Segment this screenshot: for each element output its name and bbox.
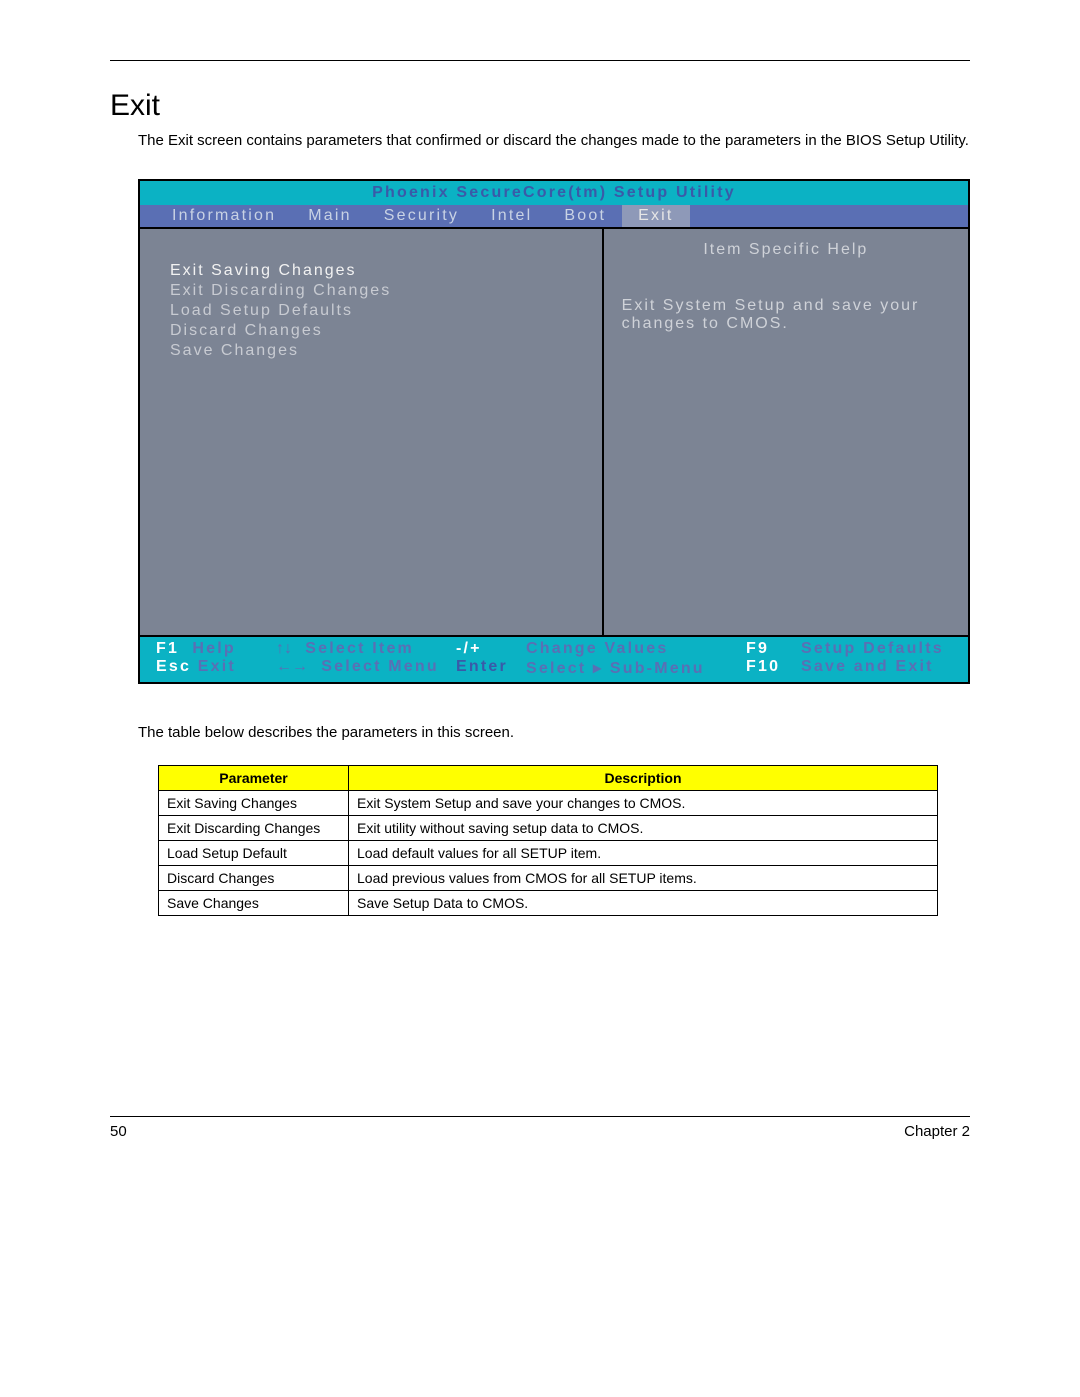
table-row: Load Setup Default Load default values f… [159, 841, 938, 866]
label-change-values: Change Values [526, 640, 746, 658]
top-rule [110, 60, 970, 61]
label-select-menu: Select Menu [321, 658, 439, 675]
cell-param: Save Changes [159, 891, 349, 916]
bios-body: Exit Saving Changes Exit Discarding Chan… [140, 227, 968, 637]
bios-tab-intel[interactable]: Intel [475, 205, 548, 227]
label-select-submenu: Select ▸ Sub-Menu [526, 658, 746, 678]
help-title: Item Specific Help [622, 241, 950, 259]
label-setup-defaults: Setup Defaults [801, 640, 944, 658]
cell-param: Discard Changes [159, 866, 349, 891]
menu-exit-discarding[interactable]: Exit Discarding Changes [170, 281, 602, 301]
cell-param: Exit Saving Changes [159, 791, 349, 816]
page-footer: 50 Chapter 2 [110, 1117, 970, 1140]
help-body: Exit System Setup and save your changes … [622, 297, 950, 333]
cell-param: Exit Discarding Changes [159, 816, 349, 841]
document-page: Exit The Exit screen contains parameters… [0, 0, 1080, 1180]
bios-tab-main[interactable]: Main [292, 205, 367, 227]
bios-tab-boot[interactable]: Boot [548, 205, 622, 227]
footer-row-1: F1 Help ↑↓ Select Item -/+ Change Values… [156, 640, 952, 658]
key-enter: Enter [456, 658, 526, 678]
bios-help-pane: Item Specific Help Exit System Setup and… [604, 229, 968, 635]
bios-title: Phoenix SecureCore(tm) Setup Utility [140, 181, 968, 205]
table-row: Save Changes Save Setup Data to CMOS. [159, 891, 938, 916]
bios-menu: Exit Saving Changes Exit Discarding Chan… [140, 229, 604, 635]
bios-footer: F1 Help ↑↓ Select Item -/+ Change Values… [140, 637, 968, 682]
table-header-row: Parameter Description [159, 766, 938, 791]
table-row: Exit Discarding Changes Exit utility wit… [159, 816, 938, 841]
cell-param: Load Setup Default [159, 841, 349, 866]
updown-icon: ↑↓ [276, 640, 292, 657]
bios-tab-bar: Information Main Security Intel Boot Exi… [140, 205, 968, 227]
section-title: Exit [110, 89, 970, 123]
bios-tab-information[interactable]: Information [156, 205, 292, 227]
label-help: Help [192, 640, 235, 657]
menu-exit-saving[interactable]: Exit Saving Changes [170, 261, 602, 281]
cell-desc: Save Setup Data to CMOS. [349, 891, 938, 916]
cell-desc: Exit System Setup and save your changes … [349, 791, 938, 816]
page-number: 50 [110, 1123, 127, 1140]
th-description: Description [349, 766, 938, 791]
table-row: Exit Saving Changes Exit System Setup an… [159, 791, 938, 816]
key-f9: F9 [746, 640, 801, 658]
cell-desc: Load previous values from CMOS for all S… [349, 866, 938, 891]
bios-tab-security[interactable]: Security [368, 205, 475, 227]
bios-tab-exit[interactable]: Exit [622, 205, 689, 227]
cell-desc: Exit utility without saving setup data t… [349, 816, 938, 841]
key-f10: F10 [746, 658, 801, 678]
menu-save-changes[interactable]: Save Changes [170, 341, 602, 361]
cell-desc: Load default values for all SETUP item. [349, 841, 938, 866]
th-parameter: Parameter [159, 766, 349, 791]
table-row: Discard Changes Load previous values fro… [159, 866, 938, 891]
leftright-icon: ←→ [276, 658, 308, 675]
section-intro: The Exit screen contains parameters that… [138, 131, 970, 151]
bios-screenshot: Phoenix SecureCore(tm) Setup Utility Inf… [138, 179, 970, 684]
label-exit: Exit [198, 658, 236, 675]
key-esc: Esc [156, 658, 191, 675]
key-f1: F1 [156, 640, 179, 657]
menu-discard-changes[interactable]: Discard Changes [170, 321, 602, 341]
table-note: The table below describes the parameters… [138, 724, 970, 741]
chapter-label: Chapter 2 [904, 1123, 970, 1140]
label-select-item: Select Item [305, 640, 414, 657]
label-save-exit: Save and Exit [801, 658, 934, 678]
parameter-table: Parameter Description Exit Saving Change… [158, 765, 938, 916]
key-plusminus: -/+ [456, 640, 526, 658]
footer-row-2: Esc Exit ←→ Select Menu Enter Select ▸ S… [156, 658, 952, 678]
menu-load-defaults[interactable]: Load Setup Defaults [170, 301, 602, 321]
